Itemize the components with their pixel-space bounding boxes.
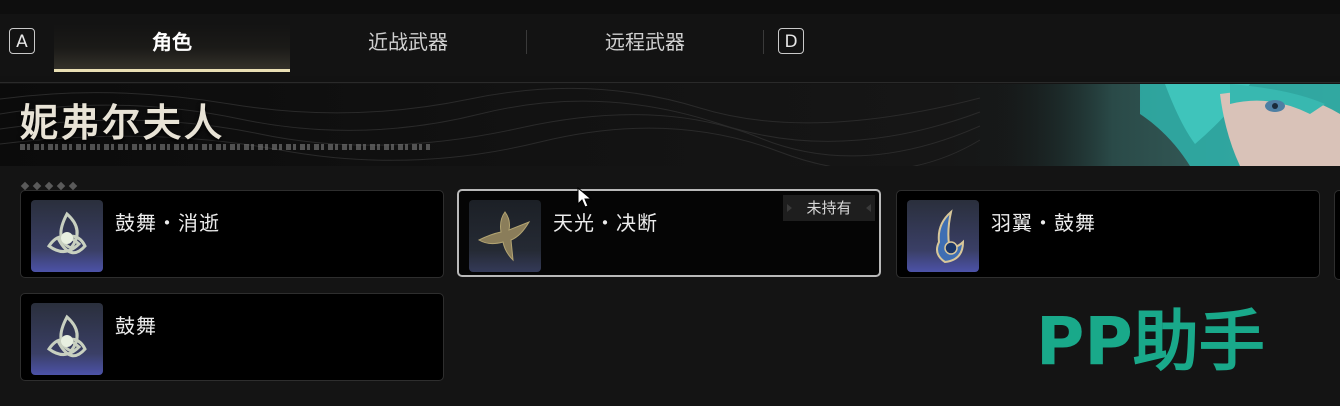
watermark-text: PP助手 <box>1036 303 1265 380</box>
key-hint-right[interactable]: D <box>778 28 804 54</box>
key-hint-left[interactable]: A <box>9 28 35 54</box>
character-banner: 妮弗尔夫人 <box>0 84 1340 166</box>
active-tab-underline <box>54 69 290 72</box>
mouse-cursor-icon <box>577 186 593 208</box>
skin-name: 鼓舞 <box>115 314 157 338</box>
character-subtitle-ornament <box>20 144 430 150</box>
tab-ranged-weapon-label: 远程武器 <box>605 30 685 54</box>
tab-melee-weapon[interactable]: 近战武器 <box>290 24 526 72</box>
skin-name: 天光・决断 <box>553 211 658 235</box>
top-strip <box>0 0 1340 14</box>
skin-card[interactable]: 鼓舞 <box>20 293 444 381</box>
triquetra-emblem-icon <box>31 200 103 272</box>
skin-card-partial[interactable] <box>1334 190 1340 280</box>
skin-name: 鼓舞・消逝 <box>115 211 220 235</box>
skin-name: 羽翼・鼓舞 <box>991 211 1096 235</box>
triquetra-emblem-icon <box>31 303 103 375</box>
tab-divider <box>763 30 764 54</box>
skin-card[interactable]: 羽翼・鼓舞 <box>896 190 1320 278</box>
skin-card[interactable]: 鼓舞・消逝 <box>20 190 444 278</box>
not-owned-badge: 未持有 <box>783 195 875 221</box>
watermark-logo: PP助手 <box>1036 303 1265 380</box>
character-portrait <box>990 84 1340 166</box>
tab-melee-weapon-label: 近战武器 <box>368 30 448 54</box>
dragon-emblem-icon <box>469 200 541 272</box>
feather-wing-icon <box>907 200 979 272</box>
skin-card-selected[interactable]: 天光・决断 未持有 <box>457 189 881 277</box>
tab-character-label: 角色 <box>152 30 192 54</box>
tab-character[interactable]: 角色 <box>54 24 290 72</box>
character-name: 妮弗尔夫人 <box>20 100 226 145</box>
tab-ranged-weapon[interactable]: 远程武器 <box>527 24 763 72</box>
